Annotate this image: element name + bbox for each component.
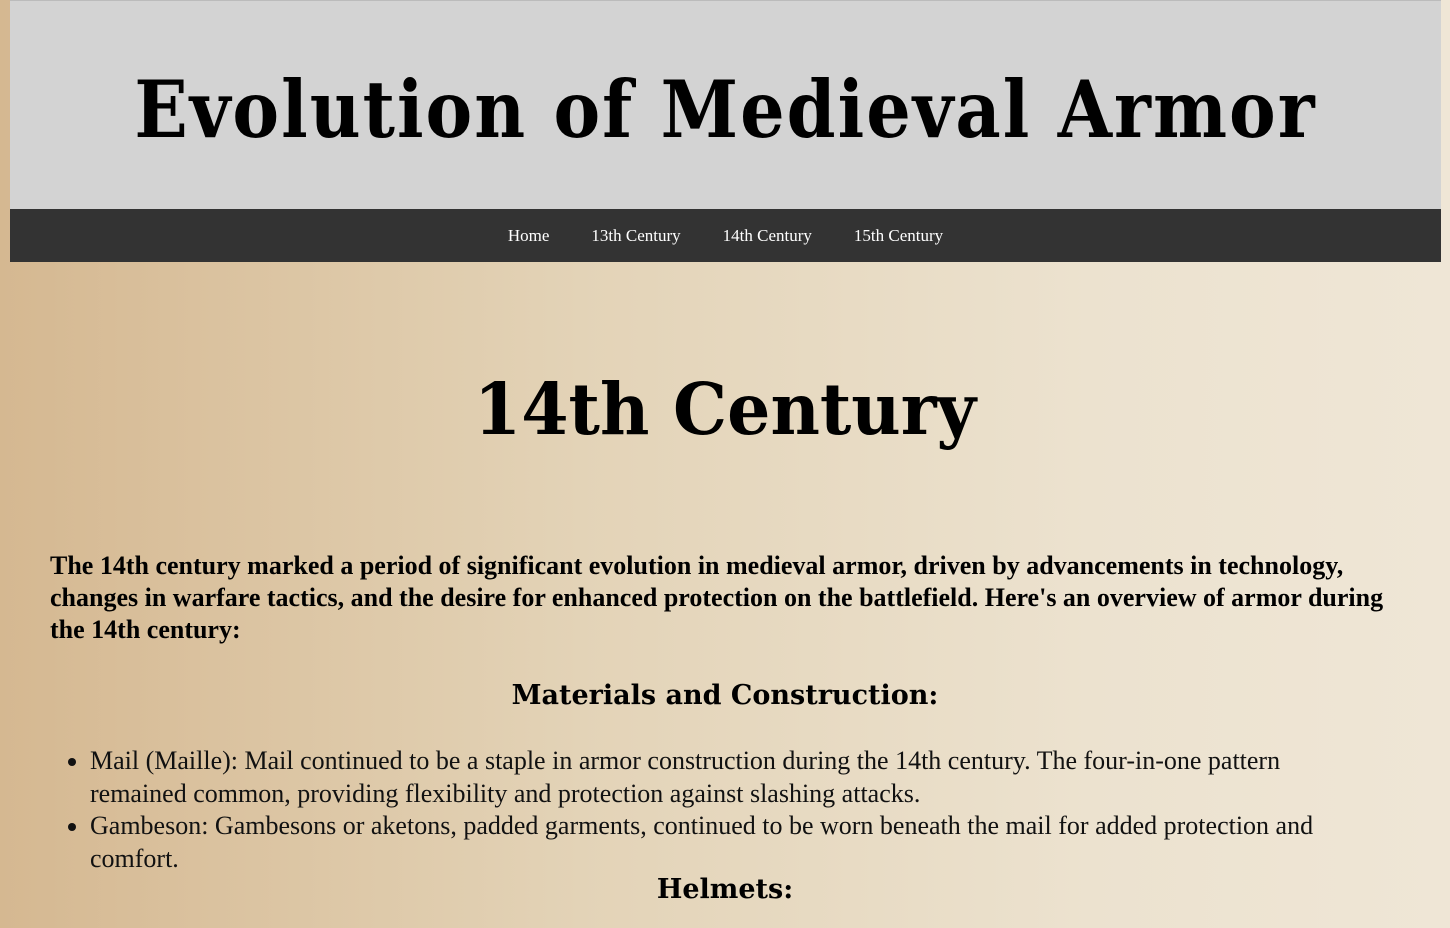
nav-link-15th-century[interactable]: 15th Century <box>854 226 943 246</box>
main-nav: Home 13th Century 14th Century 15th Cent… <box>10 209 1441 262</box>
section-heading-helmets: Helmets: <box>656 874 794 905</box>
site-header: Evolution of Medieval Armor <box>10 0 1441 209</box>
materials-list: Mail (Maille): Mail continued to be a st… <box>50 745 1380 875</box>
list-item: Mail (Maille): Mail continued to be a st… <box>90 745 1380 810</box>
page-heading: 14th Century <box>473 368 977 452</box>
intro-paragraph: The 14th century marked a period of sign… <box>50 551 1384 644</box>
nav-link-13th-century[interactable]: 13th Century <box>591 226 680 246</box>
nav-link-home[interactable]: Home <box>508 226 550 246</box>
site-title: Evolution of Medieval Armor <box>134 62 1317 156</box>
list-item: Gambeson: Gambesons or aketons, padded g… <box>90 810 1380 875</box>
section-heading-materials: Materials and Construction: <box>511 680 939 711</box>
nav-link-14th-century[interactable]: 14th Century <box>723 226 812 246</box>
